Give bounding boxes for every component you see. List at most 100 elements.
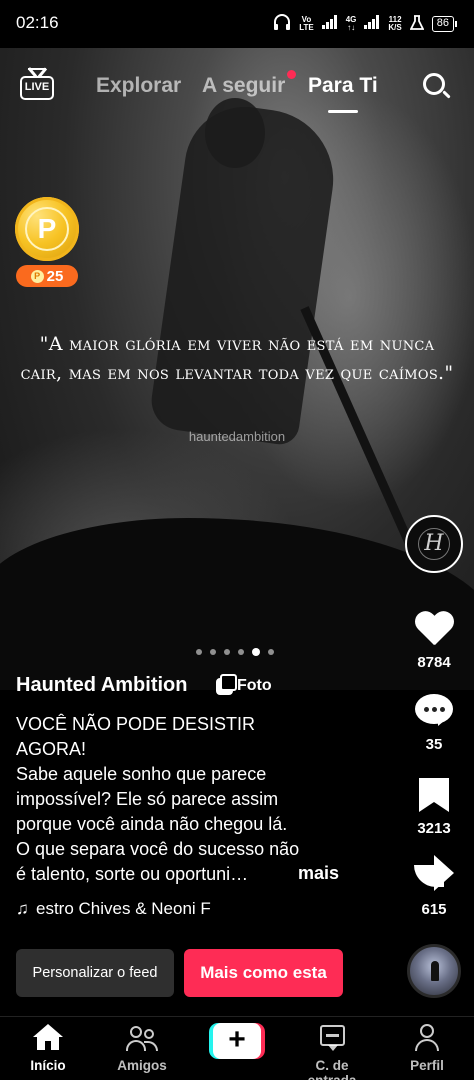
music-note-icon: ♫ xyxy=(16,899,29,918)
save-count: 3213 xyxy=(417,820,451,837)
caption-line: porque você ainda não chegou lá. xyxy=(16,814,288,834)
create-button[interactable]: + xyxy=(209,1023,265,1059)
network-type: 4G ↑↓ xyxy=(346,15,357,32)
nav-profile[interactable]: Perfil xyxy=(387,1023,467,1073)
nav-home[interactable]: Início xyxy=(8,1023,88,1073)
friends-icon-body xyxy=(126,1040,146,1051)
nav-friends-label: Amigos xyxy=(117,1058,167,1073)
coin-badge-value: 25 xyxy=(46,267,64,285)
notification-dot xyxy=(287,70,296,79)
personalize-feed-button[interactable]: Personalizar o feed xyxy=(16,949,174,997)
share-arrow-icon xyxy=(414,855,454,891)
search-icon[interactable] xyxy=(423,73,451,101)
music-disc-figure xyxy=(431,961,439,981)
profile-icon-head xyxy=(420,1024,434,1038)
network-type-bottom: ↑↓ xyxy=(347,22,356,32)
post-caption[interactable]: VOCÊ NÃO PODE DESISTIR AGORA! Sabe aquel… xyxy=(16,712,346,887)
caption-line: Sabe aquele sonho que parece xyxy=(16,764,267,784)
friends-icon-body-2 xyxy=(144,1041,158,1051)
carousel-indicator xyxy=(196,648,274,656)
volte-indicator: Vo LTE xyxy=(299,15,314,32)
caption-line: impossível? Ele só parece assim xyxy=(16,789,279,809)
carousel-dot xyxy=(238,649,244,655)
music-title: estro Chives & Neoni F xyxy=(36,899,211,918)
network-speed: 112 K/S xyxy=(388,15,402,32)
friends-icon xyxy=(126,1023,158,1053)
inbox-icon xyxy=(316,1023,348,1053)
nav-inbox-label: C. de entrada xyxy=(308,1058,357,1080)
photo-type-label: Foto xyxy=(237,677,272,694)
caption-more-link[interactable]: mais xyxy=(298,863,339,884)
search-icon-handle xyxy=(442,90,451,99)
caption-line: O que separa você do sucesso não xyxy=(16,839,300,859)
like-button[interactable]: 8784 xyxy=(404,612,464,671)
photo-quote: "A maior glória em viver não está em nun… xyxy=(20,333,454,384)
coin-reward-icon[interactable]: P xyxy=(15,197,79,261)
friends-icon-head xyxy=(130,1026,142,1038)
coin-symbol: P xyxy=(25,207,69,251)
creator-avatar[interactable]: H xyxy=(405,515,463,573)
like-count: 8784 xyxy=(417,654,451,671)
carousel-dot xyxy=(268,649,274,655)
carousel-dot-active xyxy=(252,648,260,656)
heart-icon xyxy=(414,612,454,648)
inbox-icon-line xyxy=(326,1034,339,1037)
caption-line: VOCÊ NÃO PODE DESISTIR xyxy=(16,714,256,734)
comment-icon-dot xyxy=(440,707,445,712)
more-like-this-button[interactable]: Mais como esta xyxy=(184,949,343,997)
inbox-icon-tip xyxy=(328,1045,338,1051)
signal-icon xyxy=(321,15,338,32)
comment-icon-dot xyxy=(432,707,437,712)
plus-icon: + xyxy=(213,1023,261,1059)
nav-home-label: Início xyxy=(30,1058,66,1073)
home-icon-door xyxy=(45,1041,51,1050)
headphones-icon xyxy=(273,14,291,33)
comment-icon-tail xyxy=(438,716,450,726)
photo-type-tag: Foto xyxy=(216,673,272,695)
battery-indicator: 86 xyxy=(431,15,458,32)
nav-friends[interactable]: Amigos xyxy=(102,1023,182,1073)
bottom-nav: Início Amigos + C. de entrada Perfil xyxy=(0,1016,474,1080)
avatar-monogram: H xyxy=(407,517,461,571)
profile-icon xyxy=(411,1023,443,1053)
status-icons: Vo LTE 4G ↑↓ 112 K/S 86 xyxy=(273,14,458,33)
home-icon xyxy=(32,1023,64,1053)
nav-profile-label: Perfil xyxy=(410,1058,444,1073)
comment-count: 35 xyxy=(425,736,443,753)
share-button[interactable]: 615 xyxy=(404,855,464,918)
bookmark-icon xyxy=(419,778,449,812)
tab-a-seguir[interactable]: A seguir xyxy=(202,74,285,98)
tab-explorar[interactable]: Explorar xyxy=(96,74,181,98)
comment-icon xyxy=(415,694,453,728)
status-bar: 02:16 Vo LTE 4G ↑↓ 112 K/S 86 xyxy=(0,0,474,48)
photo-watermark: hauntedambition xyxy=(188,429,286,444)
top-nav: LIVE Explorar A seguir Para Ti xyxy=(0,60,474,116)
save-button[interactable]: 3213 xyxy=(404,778,464,837)
share-count: 615 xyxy=(421,901,447,918)
music-disc-avatar[interactable] xyxy=(407,944,461,998)
carousel-dot xyxy=(224,649,230,655)
active-tab-indicator xyxy=(328,110,358,113)
creator-username[interactable]: Haunted Ambition xyxy=(16,674,187,697)
live-button[interactable]: LIVE xyxy=(18,68,56,102)
mini-coin-icon: P xyxy=(30,269,44,283)
network-speed-unit: K/S xyxy=(388,22,402,32)
caption-line: AGORA! xyxy=(16,739,87,759)
nav-inbox[interactable]: C. de entrada xyxy=(292,1023,372,1080)
flask-icon xyxy=(409,14,425,33)
carousel-dot xyxy=(196,649,202,655)
tab-para-ti[interactable]: Para Ti xyxy=(308,74,378,98)
profile-icon-body xyxy=(415,1039,439,1051)
friends-icon-head-2 xyxy=(144,1029,154,1039)
music-ticker[interactable]: ♫ estro Chives & Neoni F xyxy=(16,899,266,925)
live-tv-icon: LIVE xyxy=(20,76,54,100)
caption-line: é talento, sorte ou oportuni… xyxy=(16,864,249,884)
signal-2-icon xyxy=(364,15,380,32)
coin-badge[interactable]: P 25 xyxy=(16,265,78,287)
carousel-dot xyxy=(210,649,216,655)
share-arrow-head xyxy=(434,855,454,891)
comment-button[interactable]: 35 xyxy=(404,694,464,753)
comment-icon-dot xyxy=(424,707,429,712)
photo-rocks xyxy=(0,518,474,690)
status-time: 02:16 xyxy=(16,13,59,32)
